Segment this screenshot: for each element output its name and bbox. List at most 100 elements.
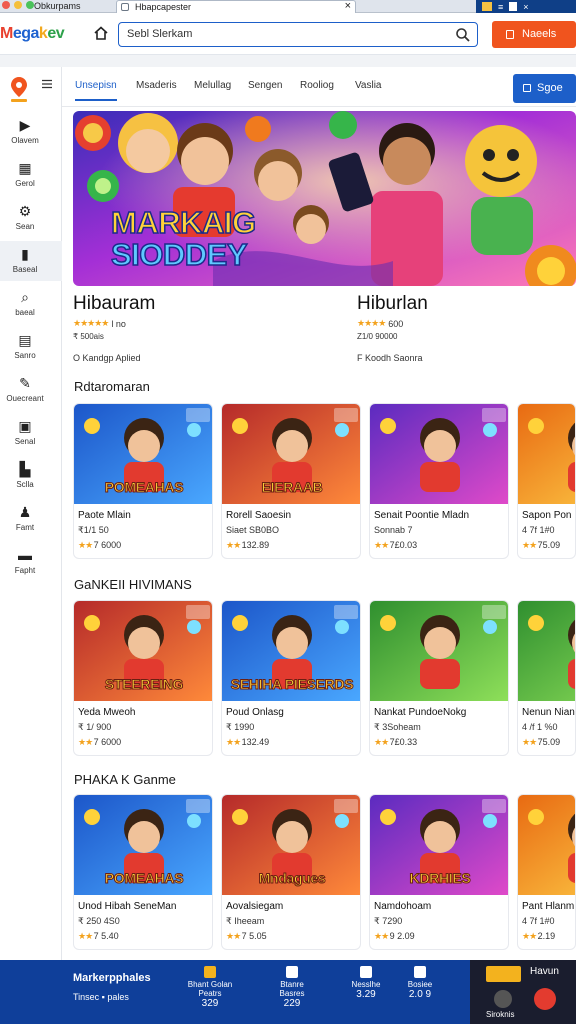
sidebar-item-7[interactable]: ▣ Senal (0, 413, 62, 453)
section-title: PHAKA K Ganme (74, 772, 176, 787)
close-dot[interactable] (2, 1, 10, 9)
chart-icon: ▙ (19, 461, 31, 477)
sidebar-item-10[interactable]: ▬ Fapht (0, 542, 62, 582)
tab-3[interactable]: Sengen (248, 80, 282, 91)
game-card[interactable]: POMEAHAS Paote Mlain ₹1/1 50 ★★ 7 6000 (73, 403, 213, 559)
sidebar-item-2[interactable]: ⚙ Sean (0, 198, 62, 238)
window-app-icon[interactable] (482, 2, 492, 11)
sidebar-item-1[interactable]: ▦ Gerol (0, 155, 62, 195)
footer-item-3[interactable]: Bosiee 2.0 9 (390, 966, 450, 1000)
tab-1[interactable]: Msaderis (136, 80, 177, 91)
game-thumbnail (370, 404, 508, 504)
card-rating-row: ★★ 7 5.05 (226, 931, 267, 942)
footer-item-value: 229 (283, 998, 301, 1009)
sidebar-item-8[interactable]: ▙ Sclla (0, 456, 62, 496)
sidebar-item-5[interactable]: ▤ Sanro (0, 327, 62, 367)
sidebar-item-4[interactable]: ⌕ baeal (0, 284, 62, 324)
tab-2[interactable]: Melullag (194, 80, 231, 91)
tab-0[interactable]: Unsepisn (75, 80, 117, 101)
featured-item-0[interactable]: Hibauram ★★★★★ l no ₹ 500ais O Kandgp Ap… (73, 293, 313, 363)
sidebar-item-label: Ouecreant (6, 394, 44, 403)
game-card[interactable]: EIERAAB Rorell Saoesin Siaet SB0BO ★★ 132.8… (221, 403, 361, 559)
sidebar-item-3[interactable]: ▮ Baseal (0, 241, 62, 281)
featured-subtext: ₹ 500ais (73, 332, 104, 341)
game-card[interactable]: POMEAHAS Unod Hibah SeneMan ₹ 250 4S0 ★★ 7 … (73, 794, 213, 950)
search-bar[interactable]: Sebl Slerkam (118, 22, 478, 47)
card-rating-row: ★★ 2.19 (522, 931, 555, 942)
sidebar: ▶ Olavem ▦ Gerol ⚙ Sean ▮ Baseal ⌕ baeal ▤ Sanro ✎ Ou… (0, 67, 62, 960)
sidebar-item-9[interactable]: ♟ Famt (0, 499, 62, 539)
card-subtext: Siaet SB0BO (226, 525, 280, 535)
menu-icon[interactable] (42, 79, 52, 89)
featured-rating-row: ★★★★★ l no (73, 318, 313, 329)
tab-5[interactable]: Vaslia (355, 80, 382, 91)
sidebar-item-0[interactable]: ▶ Olavem (0, 112, 62, 152)
card-rating-row: ★★ 132.49 (226, 737, 269, 748)
tab-close-icon[interactable]: × (345, 0, 351, 13)
top-bar: Megakev Sebl Slerkam Naeels (0, 13, 576, 55)
search-input[interactable]: Sebl Slerkam (127, 28, 192, 40)
card-title: Sapon Pon (522, 510, 572, 521)
card-rating-value: 2.19 (537, 931, 556, 941)
game-thumbnail: EIERAAB (222, 404, 360, 504)
maximize-dot[interactable] (26, 1, 34, 9)
bag-icon (523, 84, 531, 92)
footer-alert-icon[interactable] (534, 988, 556, 1010)
thumbnail-title: POMEAHAS (104, 479, 184, 496)
game-card[interactable]: Nankat PundoeNokg ₹ 3Soheam ★★ 7£0.33 (369, 600, 509, 756)
home-icon[interactable] (94, 26, 108, 40)
footer-item-2[interactable]: Nesslhe 3.29 (336, 966, 396, 1000)
card-title: Paote Mlain (78, 510, 131, 521)
nav-right-button[interactable]: Sgoe (513, 74, 576, 103)
location-pin-icon[interactable] (8, 75, 30, 103)
hero-title: MARKAIG SIODDEY (110, 205, 257, 272)
card-rating-value: 132.89 (241, 540, 270, 550)
footer-item-0[interactable]: Bhant Golan Peatrs 329 (180, 966, 240, 1009)
footer-item-value: 2.0 9 (408, 989, 432, 1000)
card-subtext: ₹ Iheeam (226, 916, 265, 926)
window-menu-icon[interactable]: ≡ (498, 2, 503, 12)
card-title: Pant Hlanm (522, 901, 575, 912)
header-cta-button[interactable]: Naeels (492, 21, 576, 48)
title-bar: Obkurpams Hbapcapester × ≡ × (0, 0, 576, 13)
game-card[interactable]: SEHIHA PIESERDS Poud Onlasg ₹ 1990 ★★ 132.4… (221, 600, 361, 756)
window-close-icon[interactable]: × (523, 2, 528, 12)
hero-banner[interactable]: MARKAIG SIODDEY (73, 111, 576, 286)
tab-favicon-icon (121, 3, 129, 11)
footer-badge[interactable] (486, 966, 521, 982)
bag-icon (506, 30, 514, 39)
star-rating-icon: ★★ (78, 931, 94, 941)
featured-item-1[interactable]: Hiburlan ★★★★ 600 Z1/0 90000 F Koodh Sao… (357, 293, 576, 363)
footer-item-1[interactable]: Btanre Basres 229 (262, 966, 322, 1009)
footer-dark-label: Havun (530, 966, 559, 977)
star-rating-icon: ★★ (374, 737, 390, 747)
footer-circle-icon[interactable] (494, 990, 512, 1008)
game-card[interactable]: Mndagues Aovalsiegam ₹ Iheeam ★★ 7 5.05 (221, 794, 361, 950)
sidebar-item-6[interactable]: ✎ Ouecreant (0, 370, 62, 410)
search-icon[interactable] (455, 27, 471, 43)
thumbnail-title: KDRHIES (409, 870, 471, 887)
minimize-dot[interactable] (14, 1, 22, 9)
footer-subtext: Tinsec ▪ pales (73, 992, 129, 1002)
footer-item-icon (204, 966, 216, 978)
game-card[interactable]: KDRHIES Namdohoam ₹ 7290 ★★ 9 2.09 (369, 794, 509, 950)
card-subtext: ₹ 7290 (374, 916, 403, 926)
window-title: Obkurpams (34, 1, 81, 11)
sidebar-item-label: Baseal (12, 265, 38, 274)
browser-tab[interactable]: Hbapcapester × (116, 0, 356, 13)
brand-logo[interactable]: Megakev (0, 25, 65, 43)
footer-item-icon (286, 966, 298, 978)
game-card[interactable]: Senait Poontie Mladn Sonnab 7 ★★ 7£0.03 (369, 403, 509, 559)
game-card[interactable]: SFE Sapon Pon 4 7f 1#0 ★★ 75.09 (517, 403, 576, 559)
card-rating-value: 75.09 (537, 540, 561, 550)
game-card[interactable]: SFE Pant Hlanm 4 7f 1#0 ★★ 2.19 (517, 794, 576, 950)
card-title: Senait Poontie Mladn (374, 510, 470, 521)
footer-brand[interactable]: Markerpphales (73, 972, 151, 984)
star-rating-icon: ★★ (522, 737, 538, 747)
window-restore-icon[interactable] (509, 2, 518, 11)
footer-item-value: 3.29 (356, 989, 376, 1000)
game-card[interactable]: Nenun Nian 4 /f 1 %0 ★★ 75.09 (517, 600, 576, 756)
game-card[interactable]: STEEREING Yeda Mweoh ₹ 1/ 900 ★★ 7 6000 (73, 600, 213, 756)
tab-4[interactable]: Rooliog (300, 80, 334, 91)
footer-item-top: Bhant Golan (187, 980, 233, 989)
